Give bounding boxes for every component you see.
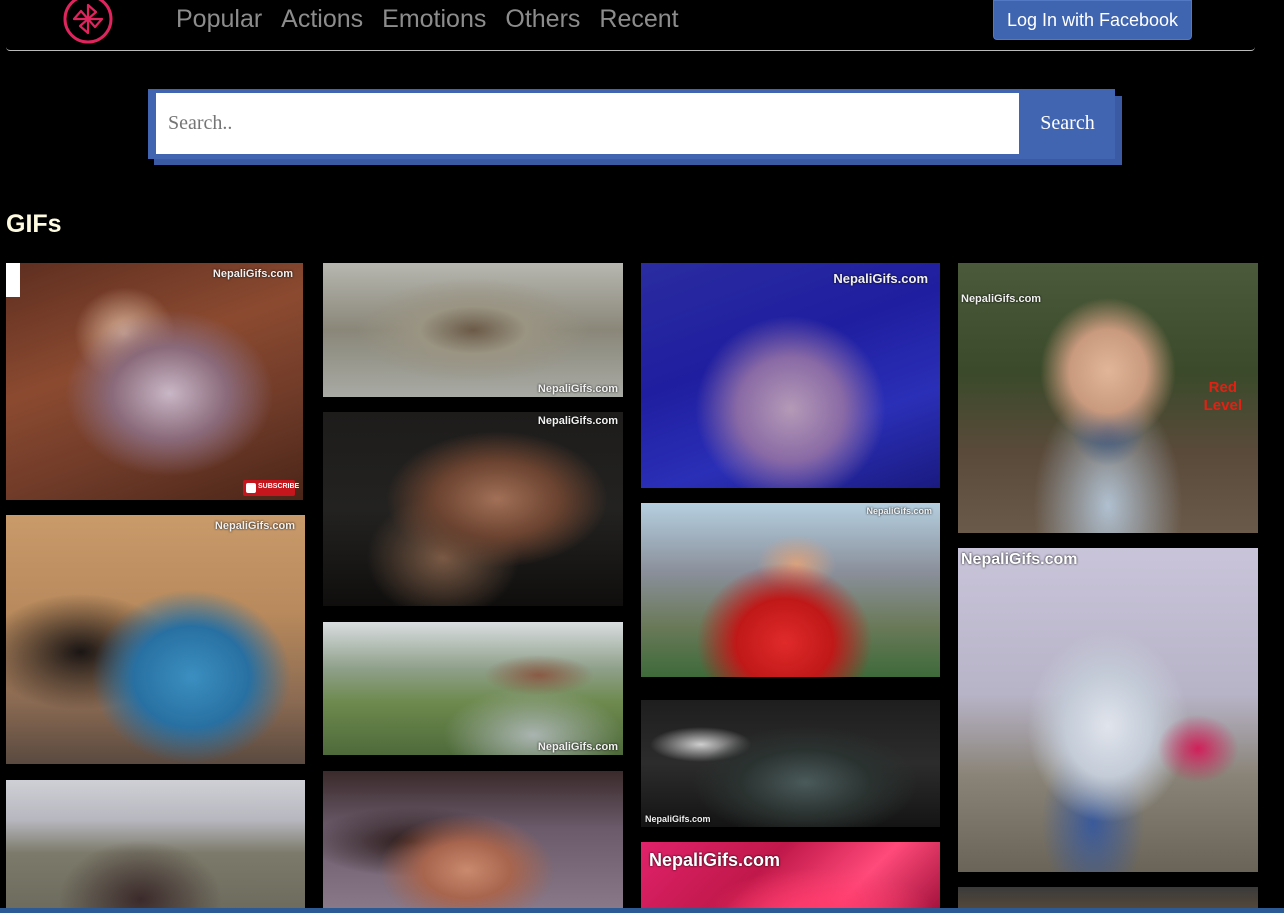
watermark: NepaliGifs.com xyxy=(961,293,1042,305)
gif-thumbnail[interactable]: NepaliGifs.com xyxy=(641,842,940,913)
search-box: Search xyxy=(148,89,1115,159)
gif-thumbnail[interactable]: NepaliGifs.com xyxy=(641,503,940,677)
watermark: NepaliGifs.com xyxy=(833,271,928,286)
watermark: NepaliGifs.com xyxy=(537,741,618,753)
gif-thumbnail[interactable]: NepaliGifs.com xyxy=(323,263,623,397)
nav-link-others[interactable]: Others xyxy=(505,4,599,34)
gif-thumbnail[interactable]: NepaliGifs.com xyxy=(323,622,623,755)
subscribe-label: SUBSCRIBE xyxy=(258,483,300,490)
gif-thumbnail[interactable]: NepaliGifs.com xyxy=(641,700,940,827)
search-button[interactable]: Search xyxy=(1020,93,1115,154)
gif-thumbnail[interactable]: NepaliGifs.com xyxy=(6,515,305,764)
page: Popular Actions Emotions Others Recent L… xyxy=(0,0,1284,913)
caption-line: Red xyxy=(1208,379,1237,396)
nav-link-emotions[interactable]: Emotions xyxy=(382,4,505,34)
nav-link-actions[interactable]: Actions xyxy=(281,4,382,34)
play-icon xyxy=(246,483,256,493)
gif-thumbnail[interactable]: NepaliGifs.com SUBSCRIBE xyxy=(6,263,303,500)
gif-thumbnail[interactable] xyxy=(6,780,305,913)
gif-thumbnail[interactable]: NepaliGifs.com xyxy=(641,263,940,488)
subscribe-badge: SUBSCRIBE xyxy=(243,480,299,496)
watermark: NepaliGifs.com xyxy=(866,506,932,516)
gif-thumbnail[interactable]: NepaliGifs.com xyxy=(323,412,623,606)
watermark: NepaliGifs.com xyxy=(212,268,293,280)
channel-badge xyxy=(6,263,20,297)
nav-links: Popular Actions Emotions Others Recent xyxy=(176,4,698,34)
search-bar: Search xyxy=(148,89,1122,165)
search-input[interactable] xyxy=(156,93,1019,154)
watermark: NepaliGifs.com xyxy=(537,383,618,395)
watermark: NepaliGifs.com xyxy=(645,814,711,824)
section-title: GIFs xyxy=(6,210,62,238)
pinwheel-logo-icon[interactable] xyxy=(63,0,113,44)
gif-thumbnail[interactable]: NepaliGifs.com Red Level xyxy=(958,263,1258,533)
bottom-bar xyxy=(0,908,1284,913)
nav-link-recent[interactable]: Recent xyxy=(599,4,697,34)
caption-line: Level xyxy=(1203,397,1242,414)
nav-link-popular[interactable]: Popular xyxy=(176,4,281,34)
top-navbar: Popular Actions Emotions Others Recent L… xyxy=(6,0,1255,51)
watermark: NepaliGifs.com xyxy=(649,850,781,870)
gif-thumbnail[interactable] xyxy=(323,771,623,913)
gif-thumbnail[interactable]: NepaliGifs.com xyxy=(958,548,1258,872)
red-level-caption: Red Level xyxy=(1204,379,1242,415)
watermark: NepaliGifs.com xyxy=(537,415,618,427)
watermark: NepaliGifs.com xyxy=(214,520,295,532)
facebook-login-button[interactable]: Log In with Facebook xyxy=(993,0,1192,40)
watermark: NepaliGifs.com xyxy=(961,551,1078,568)
